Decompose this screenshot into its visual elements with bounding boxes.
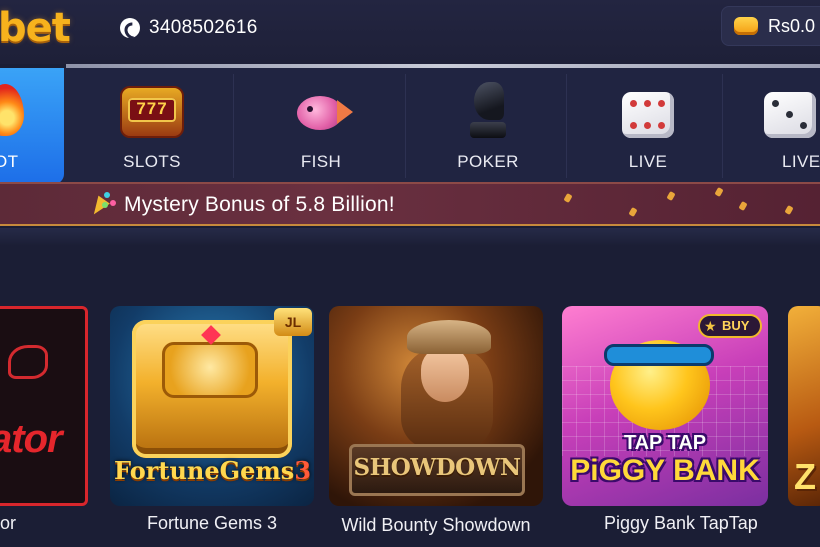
game-art [421,348,469,402]
balance-amount: Rs0.0 [768,15,816,36]
nav-divider [566,74,567,178]
tab-label: LIVE [782,152,820,171]
tab-poker[interactable]: POKER [408,68,568,184]
phone-number: 3408502616 [149,17,258,38]
game-logo: FortuneGems3 [114,456,312,485]
tab-hot[interactable]: OT [0,68,64,184]
sparkle [784,205,794,215]
sparkle [738,201,748,211]
nav-divider [722,74,723,178]
dice-icon [764,92,816,138]
nav-divider [405,74,406,178]
tab-label: SLOTS [123,152,181,171]
game-card-wild-bounty-showdown[interactable]: SHOWDOWN [329,306,543,506]
sparkle [666,191,676,201]
game-art [162,342,258,398]
game-title[interactable]: Fortune Gems 3 [110,513,314,534]
balance-button[interactable]: Rs0.0 [721,6,820,46]
game-logo: SHOWDOWN [353,454,521,481]
chess-knight-icon [468,82,508,140]
tab-live[interactable]: LIVE [568,68,728,184]
game-logo: PiGGY BANK [570,454,760,487]
game-title[interactable]: Piggy Bank TapTap [562,513,802,534]
slot-machine-icon: 777 [120,86,184,138]
tab-fish[interactable]: FISH [240,68,402,184]
tab-live-2[interactable]: LIVE [740,68,820,184]
game-card-aviator[interactable]: ator [0,306,88,506]
nav-divider [233,74,234,178]
tab-label: LIVE [628,152,668,171]
top-bar: bet 3408502616 Rs0.0 [0,0,820,64]
provider-badge: JL [274,308,312,336]
section-divider [0,228,820,246]
banner-text: Mystery Bonus of 5.8 Billion! [124,193,395,216]
buy-feature-badge: BUY [698,314,762,338]
game-title[interactable]: or [0,513,20,534]
category-nav: OT 777 SLOTS FISH POKER LIVE LIVE [0,68,820,184]
phone-icon [120,18,140,38]
tab-label: OT [0,152,19,171]
cowboy-hat-icon [407,320,491,354]
coin-icon [734,17,758,35]
tab-label: FISH [300,152,342,171]
sparkle [628,207,638,217]
flame-icon [0,84,24,136]
brand-logo[interactable]: bet [0,5,71,51]
sparkle [563,193,573,203]
game-logo: TAP TAP [623,432,707,454]
tab-label: POKER [457,152,519,171]
user-id: 3408502616 [120,16,258,40]
sunglasses-icon [604,344,714,366]
game-art-text: Z [794,456,816,497]
sparkle [714,187,724,197]
tab-slots[interactable]: 777 SLOTS [72,68,232,184]
game-art-text: ator [0,417,63,461]
announcement-banner[interactable]: Mystery Bonus of 5.8 Billion! [0,182,820,226]
party-popper-icon [90,192,114,216]
game-card-partial[interactable]: Z [788,306,820,506]
game-card-piggy-bank-taptap[interactable]: BUY TAP TAP PiGGY BANK [562,306,768,506]
plane-icon [8,345,48,379]
game-card-fortune-gems-3[interactable]: JL FortuneGems3 [110,306,314,506]
dice-icon [622,92,674,138]
fish-icon [291,88,353,132]
game-title[interactable]: Wild Bounty Showdown [329,513,543,537]
